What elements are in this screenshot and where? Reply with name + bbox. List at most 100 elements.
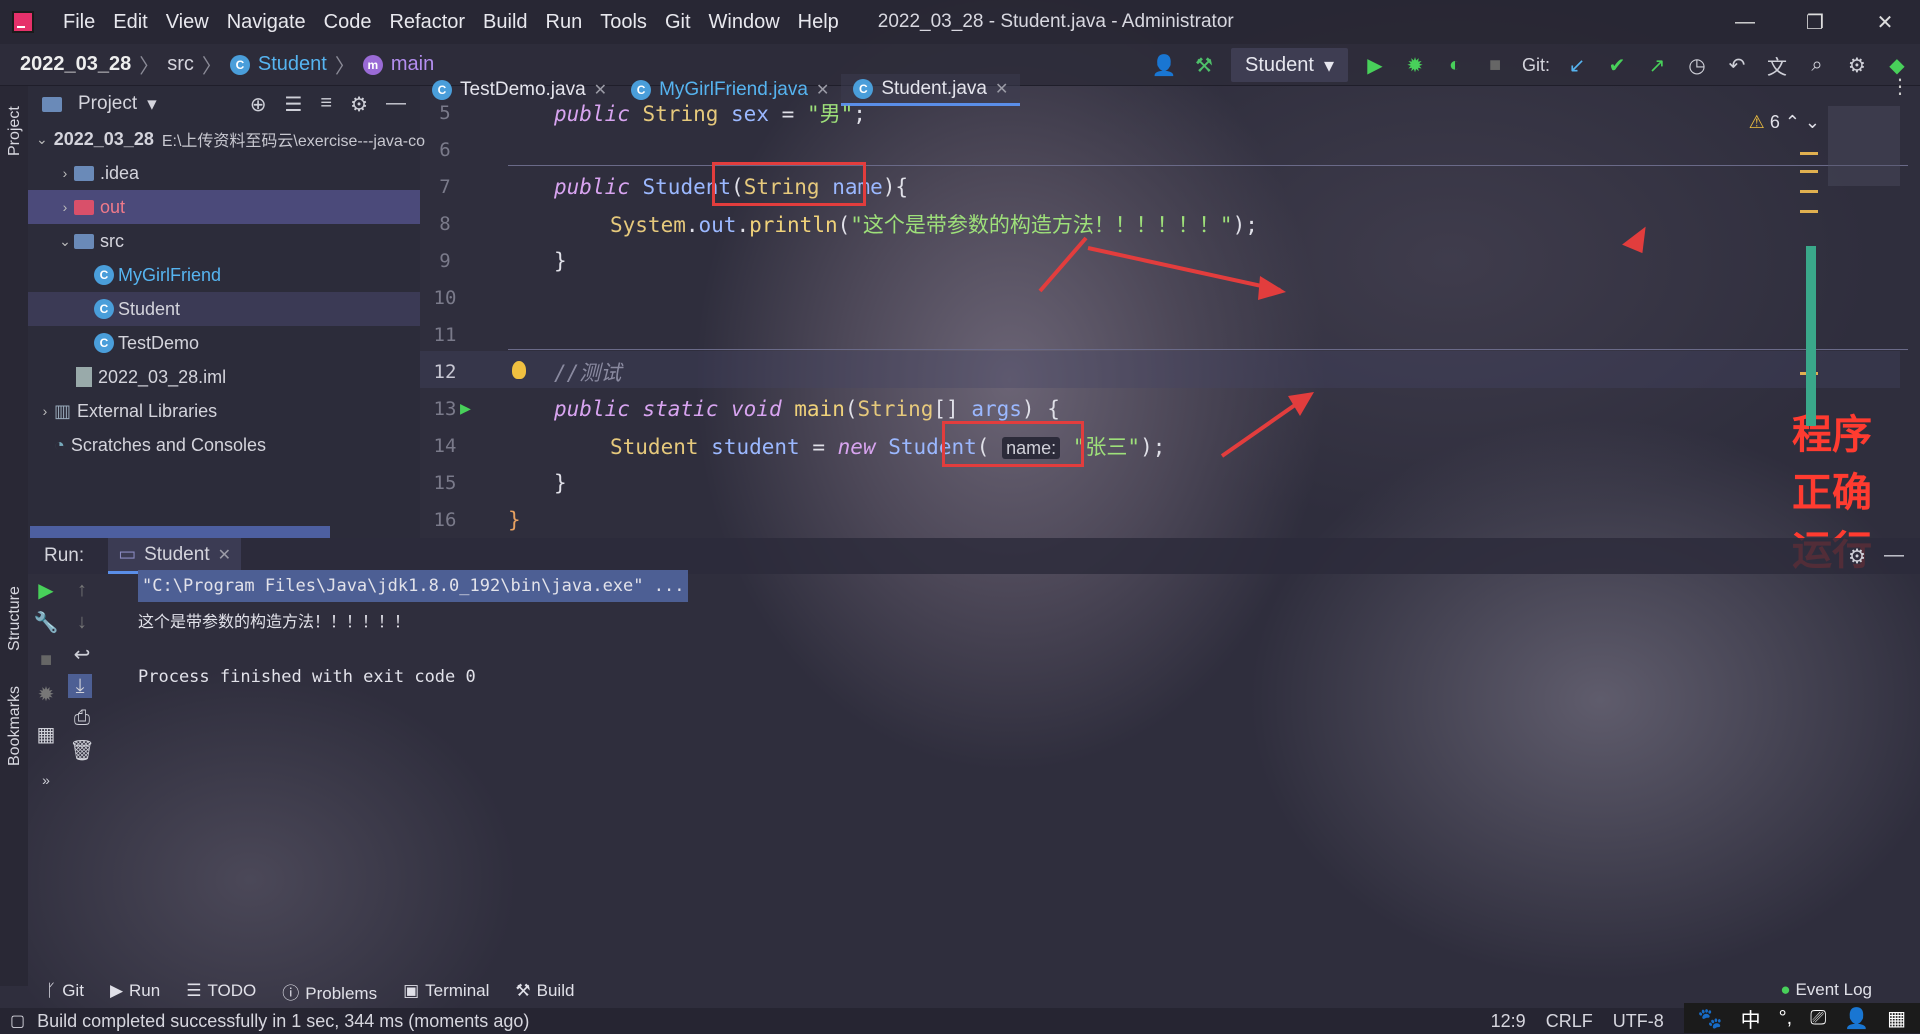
- menu-help[interactable]: Help: [789, 11, 848, 34]
- grid-icon[interactable]: ▦: [1887, 1006, 1906, 1031]
- tree-item-src[interactable]: ⌄ src: [28, 224, 420, 258]
- punctuation-icon[interactable]: °,: [1779, 1007, 1793, 1030]
- menu-window[interactable]: Window: [700, 11, 789, 34]
- code-line: 11: [420, 316, 1500, 353]
- tree-item-external-libraries[interactable]: › ▥ External Libraries: [28, 394, 420, 428]
- collapse-all-icon[interactable]: ≡: [320, 92, 332, 117]
- locate-icon[interactable]: ⊕: [250, 92, 267, 117]
- caret-position[interactable]: 12:9: [1491, 1011, 1526, 1032]
- error-stripe-mark[interactable]: [1800, 190, 1818, 193]
- stop-icon[interactable]: ■: [34, 648, 58, 672]
- editor-scrollbar[interactable]: [1806, 246, 1816, 426]
- code-line: 7 public Student(String name){: [420, 168, 1500, 205]
- error-stripe-mark[interactable]: [1800, 152, 1818, 155]
- print-icon[interactable]: ⎙: [70, 706, 94, 730]
- tool-tab-todo[interactable]: ☰ TODO: [186, 981, 256, 1001]
- chevron-right-icon[interactable]: ›: [56, 199, 74, 215]
- console-output[interactable]: "C:\Program Files\Java\jdk1.8.0_192\bin\…: [118, 570, 1898, 964]
- more-icon[interactable]: »: [34, 768, 58, 792]
- code-minimap[interactable]: [1828, 106, 1900, 186]
- close-icon[interactable]: ✕: [1850, 0, 1920, 44]
- menu-view[interactable]: View: [157, 11, 218, 34]
- gear-icon[interactable]: ⚙: [1848, 544, 1866, 569]
- arrow-down-icon[interactable]: ↓: [70, 610, 94, 634]
- file-encoding[interactable]: UTF-8: [1613, 1011, 1664, 1032]
- tool-tab-terminal[interactable]: ▣ Terminal: [403, 981, 489, 1001]
- restore-icon[interactable]: ❐: [1780, 0, 1850, 44]
- structure-tool-button[interactable]: Structure: [6, 586, 24, 651]
- project-panel-title[interactable]: Project: [78, 93, 137, 115]
- more-icon[interactable]: ⋮: [1890, 74, 1910, 99]
- tree-item-out[interactable]: › out: [28, 190, 420, 224]
- breadcrumb-folder[interactable]: src: [167, 53, 194, 76]
- minimize-icon[interactable]: —: [1710, 0, 1780, 44]
- expand-all-icon[interactable]: ☰: [284, 92, 302, 117]
- event-log-button[interactable]: ● Event Log: [1780, 980, 1872, 1000]
- bookmarks-tool-button[interactable]: Bookmarks: [6, 686, 24, 766]
- tool-tab-git[interactable]: ᚴ Git: [46, 981, 84, 1001]
- user-icon[interactable]: 👤: [1844, 1006, 1869, 1031]
- tool-tab-label: Run: [129, 981, 161, 1000]
- chevron-right-icon[interactable]: ›: [56, 165, 74, 181]
- hide-icon[interactable]: —: [1884, 544, 1904, 569]
- menu-tools[interactable]: Tools: [591, 11, 656, 34]
- breadcrumb-project[interactable]: 2022_03_28: [20, 53, 131, 76]
- menu-git[interactable]: Git: [656, 11, 700, 34]
- tree-item-label: MyGirlFriend: [118, 264, 222, 285]
- menu-refactor[interactable]: Refactor: [380, 11, 474, 34]
- menu-build[interactable]: Build: [474, 11, 536, 34]
- run-gutter-icon[interactable]: ▶: [460, 398, 471, 419]
- tree-item-student[interactable]: C Student: [28, 292, 420, 326]
- trash-icon[interactable]: 🗑: [69, 738, 94, 762]
- ime-chinese-icon[interactable]: 中: [1741, 1004, 1761, 1033]
- chevron-right-icon[interactable]: ›: [36, 403, 54, 419]
- menu-code[interactable]: Code: [315, 11, 381, 34]
- code-editor[interactable]: 5 public String sex = "男"; 6 7 public St…: [420, 102, 1908, 573]
- code-line: 5 public String sex = "男";: [420, 94, 1500, 131]
- menu-file[interactable]: File: [54, 11, 104, 34]
- close-icon[interactable]: ✕: [218, 545, 231, 565]
- intellij-logo-icon: [12, 11, 34, 33]
- status-toggle-icon[interactable]: ▢: [10, 1011, 25, 1031]
- menu-edit[interactable]: Edit: [104, 11, 156, 34]
- line-number: 14: [433, 434, 457, 457]
- tree-item-label: out: [100, 196, 126, 217]
- inspection-widget[interactable]: ⚠ 6 ⌃ ⌄: [1749, 112, 1820, 133]
- soft-wrap-icon[interactable]: ↩: [70, 642, 94, 666]
- tool-tab-run[interactable]: ▶ Run: [110, 981, 160, 1001]
- scroll-to-end-icon[interactable]: ⤓: [68, 674, 92, 698]
- status-message[interactable]: Build completed successfully in 1 sec, 3…: [37, 1011, 529, 1032]
- error-stripe-mark[interactable]: [1800, 210, 1818, 213]
- layout-icon[interactable]: ▦: [34, 722, 58, 746]
- project-tool-button[interactable]: Project: [6, 106, 24, 156]
- hide-icon[interactable]: —: [386, 92, 406, 117]
- tree-item-mygirlfriend[interactable]: C MyGirlFriend: [28, 258, 420, 292]
- tree-root[interactable]: ⌄ 2022_03_28 E:\上传资料至码云\exercise---java-…: [28, 122, 425, 156]
- debug-icon[interactable]: ✹: [34, 682, 58, 706]
- tool-tab-build[interactable]: ⚒ Build: [515, 981, 574, 1001]
- tool-tab-label: TODO: [207, 981, 257, 1000]
- horizontal-scrollbar[interactable]: [30, 526, 330, 538]
- arrow-up-icon[interactable]: ↑: [70, 578, 94, 602]
- intention-bulb-icon[interactable]: [512, 361, 526, 379]
- rerun-icon[interactable]: ▶: [34, 578, 58, 602]
- soft-keyboard-icon[interactable]: ⎚: [1810, 1007, 1826, 1030]
- error-stripe-mark[interactable]: [1800, 170, 1818, 173]
- chevron-down-icon[interactable]: ⌄: [36, 131, 48, 148]
- tree-item-iml[interactable]: 2022_03_28.iml: [28, 360, 420, 394]
- breadcrumb-class[interactable]: Student: [258, 53, 327, 76]
- paw-icon[interactable]: 🐾: [1698, 1006, 1723, 1031]
- tree-item-testdemo[interactable]: C TestDemo: [28, 326, 420, 360]
- menu-run[interactable]: Run: [537, 11, 592, 34]
- gear-icon[interactable]: ⚙: [350, 92, 368, 117]
- chevron-down-icon[interactable]: ▾: [147, 93, 157, 116]
- tool-tab-problems[interactable]: ⓘ Problems: [282, 979, 377, 1004]
- run-tab-student[interactable]: ▭ Student ✕: [108, 538, 241, 574]
- breadcrumb-method[interactable]: main: [391, 53, 434, 76]
- tree-item-scratches[interactable]: ◔ Scratches and Consoles: [28, 428, 420, 462]
- tree-item-idea[interactable]: › .idea: [28, 156, 420, 190]
- chevron-down-icon[interactable]: ⌄: [56, 233, 74, 250]
- wrench-icon[interactable]: 🔧: [34, 610, 59, 634]
- menu-navigate[interactable]: Navigate: [218, 11, 315, 34]
- line-separator[interactable]: CRLF: [1546, 1011, 1593, 1032]
